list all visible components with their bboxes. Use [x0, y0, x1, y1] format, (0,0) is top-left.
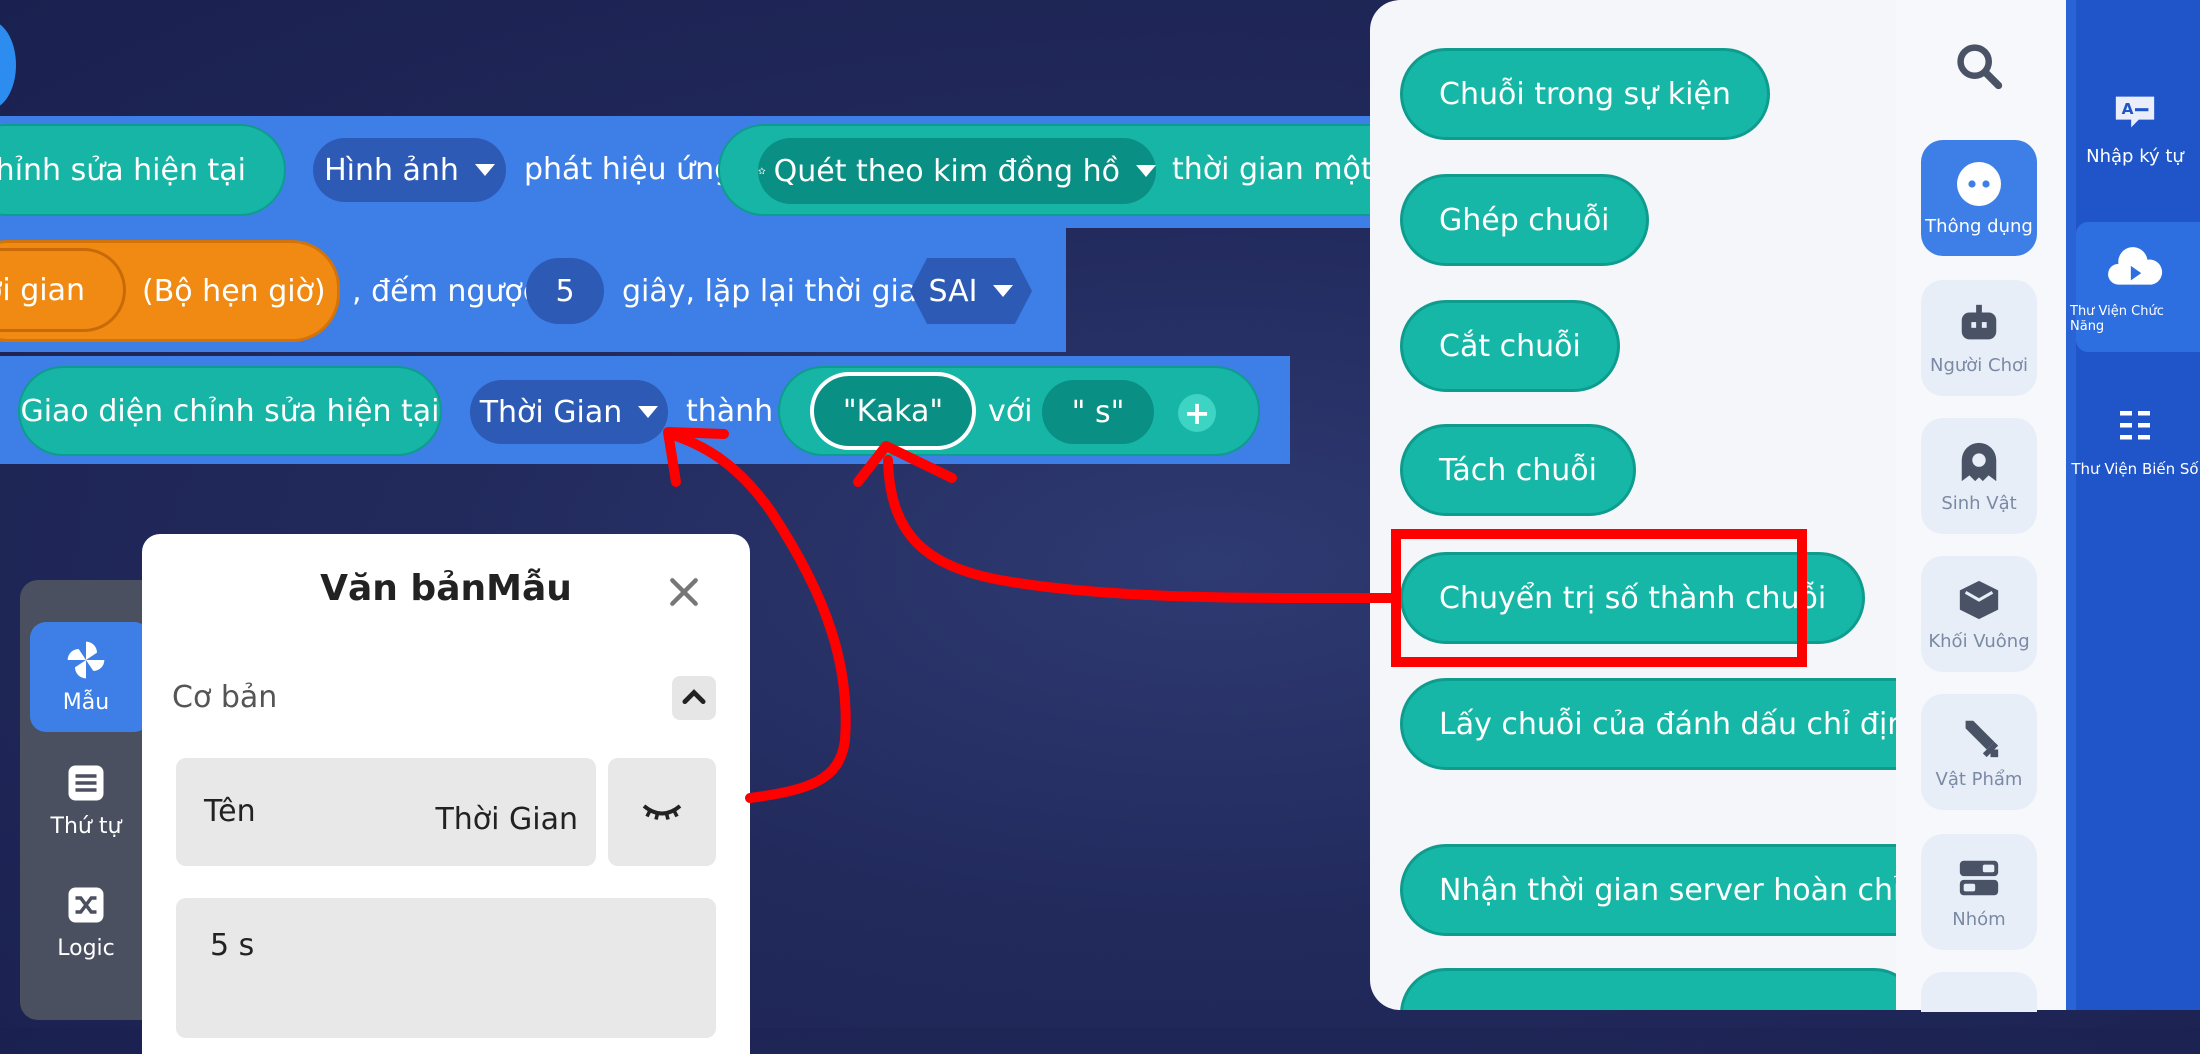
annotation-arrow: [883, 455, 1401, 604]
annotation-arrow: [671, 431, 851, 803]
annotation-overlay: [663, 427, 1807, 803]
highlight-box: [1391, 529, 1807, 667]
annotation-arrowhead: [853, 441, 957, 487]
